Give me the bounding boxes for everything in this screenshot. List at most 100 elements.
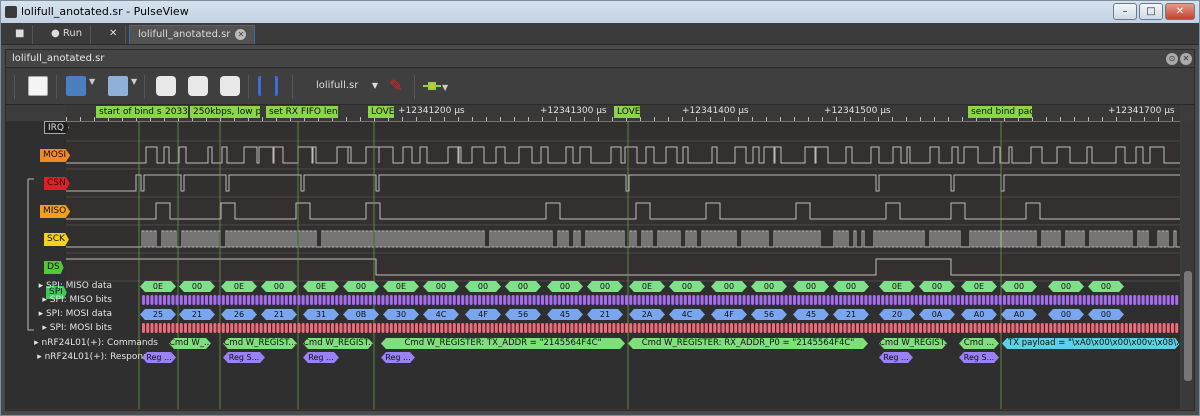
add-decoder-icon[interactable]: [422, 76, 442, 96]
save-icon[interactable]: [108, 76, 128, 96]
response-annotation[interactable]: Reg ...: [142, 352, 176, 363]
channel-label-mosi[interactable]: MOSI: [40, 149, 71, 162]
mosi_data-annotation[interactable]: 31: [303, 309, 339, 320]
marker-flag[interactable]: send bind packet: [968, 106, 1032, 118]
miso_data-annotation[interactable]: 0E: [303, 281, 339, 292]
marker-flag[interactable]: set RX FIFO length: [266, 106, 338, 118]
decoder-row-label[interactable]: ▸ SPI: MISO data: [39, 281, 116, 291]
stop-tab[interactable]: ■: [7, 25, 34, 44]
mosi_data-annotation[interactable]: 56: [505, 309, 541, 320]
mosi_data-annotation[interactable]: 4F: [711, 309, 747, 320]
mosi_data-annotation[interactable]: A0: [961, 309, 997, 320]
vertical-scrollbar[interactable]: [1182, 121, 1194, 409]
zoom-fit-icon[interactable]: [188, 76, 208, 96]
miso_data-annotation[interactable]: 00: [751, 281, 787, 292]
mosi_data-annotation[interactable]: 21: [587, 309, 623, 320]
command-annotation[interactable]: Cmd W_REGIST...: [303, 338, 373, 349]
minimize-button[interactable]: –: [1113, 3, 1137, 20]
command-annotation[interactable]: Cmd ...: [959, 338, 999, 349]
mosi_data-annotation[interactable]: 26: [221, 309, 257, 320]
marker-flag[interactable]: LOVE!: [368, 106, 394, 118]
miso_data-annotation[interactable]: 0E: [629, 281, 665, 292]
mosi_data-annotation[interactable]: 25: [140, 309, 176, 320]
miso_data-annotation[interactable]: 00: [919, 281, 955, 292]
trace-view[interactable]: IRQ MOSI CSN MISO SCK DS SPI ▸ SPI: MISO data ▸ …: [6, 121, 1180, 409]
mosi_data-annotation[interactable]: 21: [179, 309, 215, 320]
chevron-down-icon[interactable]: ▼: [442, 83, 448, 92]
response-annotation[interactable]: Reg ...: [381, 352, 415, 363]
mosi_data-annotation[interactable]: 45: [547, 309, 583, 320]
mosi_data-annotation[interactable]: 21: [833, 309, 869, 320]
probe-icon[interactable]: ✎: [386, 76, 406, 96]
mosi_data-annotation[interactable]: 0B: [343, 309, 379, 320]
miso_data-annotation[interactable]: 00: [505, 281, 541, 292]
float-panel-icon[interactable]: ⊙: [1166, 53, 1178, 65]
mosi_data-annotation[interactable]: 4C: [423, 309, 459, 320]
miso_data-annotation[interactable]: 00: [1001, 281, 1037, 292]
miso_data-annotation[interactable]: 0E: [879, 281, 915, 292]
miso_data-annotation[interactable]: 00: [547, 281, 583, 292]
decoder-row-label[interactable]: ▸ SPI: MOSI bits: [42, 323, 116, 333]
miso_data-annotation[interactable]: 00: [833, 281, 869, 292]
chevron-down-icon[interactable]: ▼: [131, 77, 137, 86]
mosi_data-annotation[interactable]: 45: [793, 309, 829, 320]
mosi_data-annotation[interactable]: 0A: [919, 309, 955, 320]
miso_data-annotation[interactable]: 00: [465, 281, 501, 292]
marker-flag[interactable]: start of bind seq: [96, 106, 162, 118]
mosi_data-annotation[interactable]: 21: [261, 309, 297, 320]
decoder-row-label[interactable]: ▸ SPI: MISO bits: [42, 295, 116, 305]
marker-flag[interactable]: 2033 N: [162, 106, 188, 118]
command-annotation[interactable]: Cmd W_REGISTER: RX_ADDR_P0 = "2145564F4C…: [628, 338, 868, 349]
command-annotation[interactable]: Cmd W_REGIST...: [223, 338, 297, 349]
pin-tab[interactable]: ✕: [101, 25, 127, 44]
response-annotation[interactable]: Reg ...: [879, 352, 913, 363]
response-annotation[interactable]: Reg S...: [223, 352, 265, 363]
marker-flag[interactable]: LOVE!: [614, 106, 640, 118]
channel-label-sck[interactable]: SCK: [44, 233, 69, 246]
miso_data-annotation[interactable]: 00: [669, 281, 705, 292]
tab-lolifull-anotated[interactable]: lolifull_anotated.sr ✕: [129, 25, 256, 44]
miso_data-annotation[interactable]: 0E: [961, 281, 997, 292]
channel-label-ds[interactable]: DS: [44, 261, 64, 274]
marker-flag[interactable]: 250kbps, low power: [190, 106, 260, 118]
mosi_data-annotation[interactable]: A0: [1001, 309, 1037, 320]
miso_data-annotation[interactable]: 00: [1088, 281, 1124, 292]
miso_data-annotation[interactable]: 00: [261, 281, 297, 292]
miso_data-annotation[interactable]: 0E: [383, 281, 419, 292]
miso_data-annotation[interactable]: 0E: [221, 281, 257, 292]
cursor-icon[interactable]: [258, 76, 278, 96]
mosi_data-annotation[interactable]: 00: [1088, 309, 1124, 320]
miso_data-annotation[interactable]: 00: [793, 281, 829, 292]
mosi_data-annotation[interactable]: 4C: [669, 309, 705, 320]
close-panel-icon[interactable]: ✕: [1180, 53, 1192, 65]
zoom-one-to-one-icon[interactable]: [220, 76, 240, 96]
decoder-row-label[interactable]: ▸ nRF24L01(+): Commands: [34, 338, 162, 348]
response-annotation[interactable]: Reg ...: [303, 352, 339, 363]
run-tab[interactable]: ● Run: [43, 25, 92, 44]
channel-label-miso[interactable]: MISO: [40, 205, 71, 218]
mosi_data-annotation[interactable]: 00: [1048, 309, 1084, 320]
command-annotation[interactable]: Cmd W_REGISTER: TX_ADDR = "2145564F4C": [381, 338, 625, 349]
mosi_data-annotation[interactable]: 56: [751, 309, 787, 320]
chevron-down-icon[interactable]: ▼: [89, 77, 95, 86]
maximize-button[interactable]: □: [1139, 3, 1163, 20]
miso_data-annotation[interactable]: 00: [711, 281, 747, 292]
scrollbar-thumb[interactable]: [1184, 271, 1192, 381]
command-annotation[interactable]: Cmd W_REGIST...: [879, 338, 947, 349]
mosi_data-annotation[interactable]: 20: [879, 309, 915, 320]
mosi_data-annotation[interactable]: 4F: [465, 309, 501, 320]
mosi_data-annotation[interactable]: 2A: [629, 309, 665, 320]
new-session-icon[interactable]: [28, 76, 48, 96]
mosi_data-annotation[interactable]: 30: [383, 309, 419, 320]
channel-label-csn[interactable]: CSN: [44, 177, 70, 190]
decoder-row-label[interactable]: ▸ SPI: MOSI data: [39, 309, 116, 319]
zoom-in-icon[interactable]: [156, 76, 176, 96]
close-window-button[interactable]: ✕: [1165, 3, 1195, 20]
command-annotation[interactable]: Cmd W_...: [169, 338, 211, 349]
close-tab-icon[interactable]: ✕: [235, 29, 247, 40]
response-annotation[interactable]: Reg S...: [959, 352, 999, 363]
channel-label-irq[interactable]: IRQ: [44, 121, 69, 134]
miso_data-annotation[interactable]: 00: [423, 281, 459, 292]
miso_data-annotation[interactable]: 0E: [140, 281, 176, 292]
command-annotation[interactable]: TX payload = "\xA0\x00\x00\x00v:\x08\x08…: [1002, 338, 1180, 349]
